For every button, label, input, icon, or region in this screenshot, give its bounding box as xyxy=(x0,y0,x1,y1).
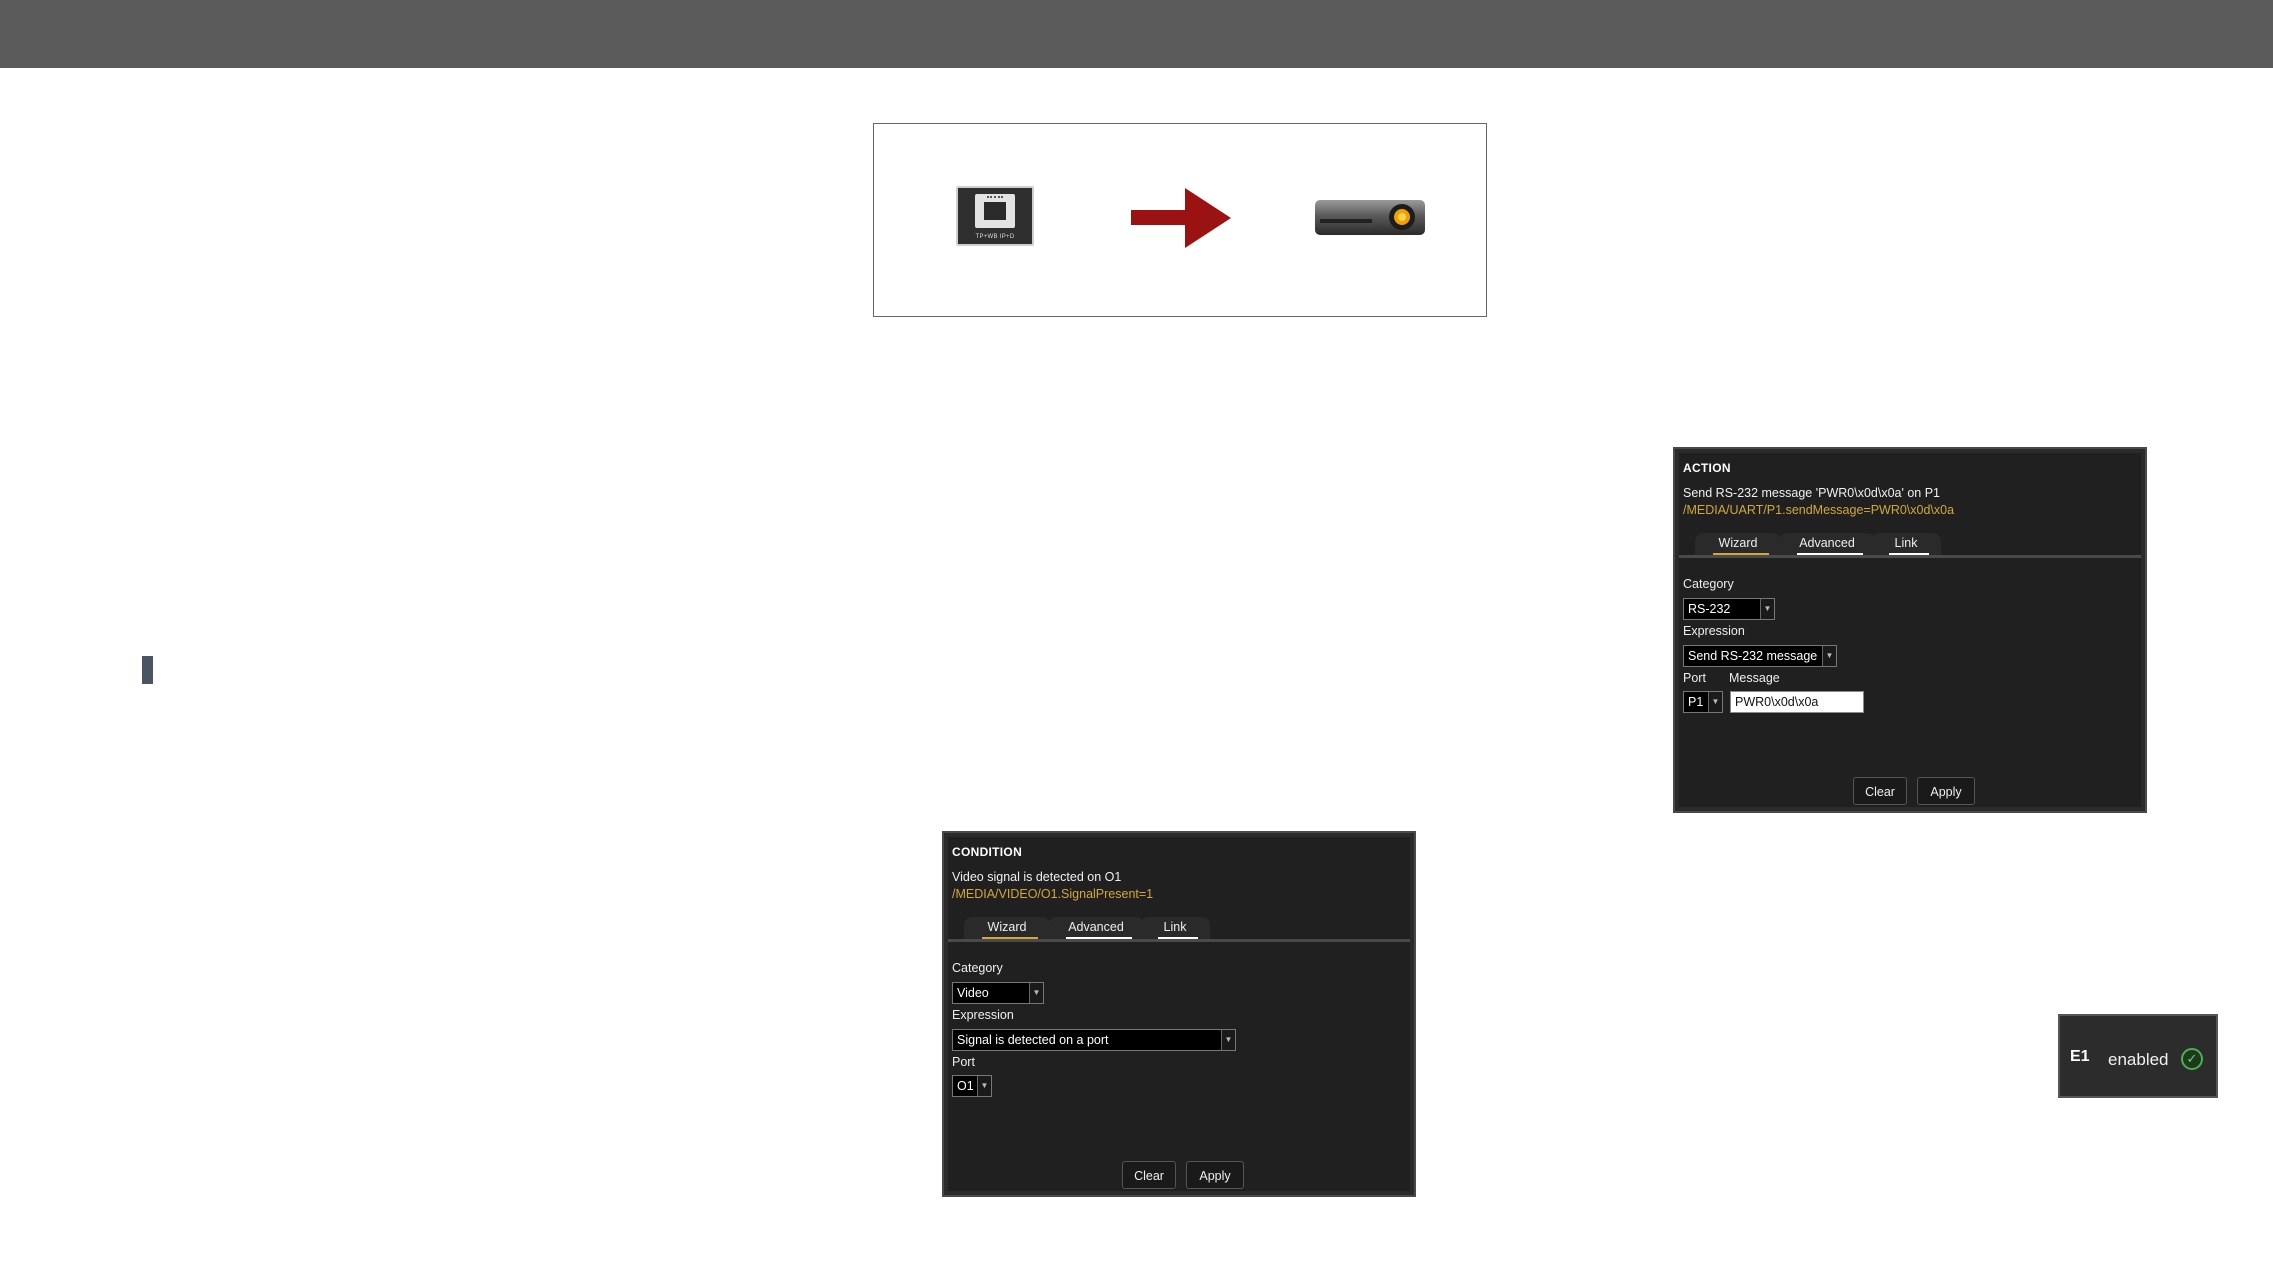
tab-wizard[interactable]: Wizard xyxy=(964,917,1050,941)
category-label: Category xyxy=(1683,577,1734,591)
chevron-down-icon: ▼ xyxy=(1822,646,1836,666)
action-path: /MEDIA/UART/P1.sendMessage=PWR0\x0d\x0a xyxy=(1683,503,1955,517)
chevron-down-icon: ▼ xyxy=(1221,1030,1235,1050)
condition-panel: CONDITION Video signal is detected on O1… xyxy=(942,831,1416,1197)
category-select[interactable]: RS-232 ▼ xyxy=(1683,598,1775,620)
tab-link[interactable]: Link xyxy=(1140,917,1210,941)
tab-link[interactable]: Link xyxy=(1871,533,1941,557)
projector-icon xyxy=(1314,197,1426,237)
panel-title: CONDITION xyxy=(952,845,1023,859)
chevron-down-icon: ▼ xyxy=(977,1076,991,1096)
expression-label: Expression xyxy=(1683,624,1745,638)
port-label: TP+WB IP+D xyxy=(975,234,1015,240)
expression-select[interactable]: Signal is detected on a port ▼ xyxy=(952,1029,1236,1051)
tab-advanced[interactable]: Advanced xyxy=(1779,533,1875,557)
action-panel-body: ACTION Send RS-232 message 'PWR0\x0d\x0a… xyxy=(1679,453,2141,807)
chevron-down-icon: ▼ xyxy=(1760,599,1774,619)
port-label: Port xyxy=(1683,671,1706,685)
category-label: Category xyxy=(952,961,1003,975)
section-marker xyxy=(142,656,153,684)
condition-path: /MEDIA/VIDEO/O1.SignalPresent=1 xyxy=(952,887,1154,901)
port-label: Port xyxy=(952,1055,975,1069)
chevron-down-icon: ▼ xyxy=(1029,983,1043,1003)
connection-diagram: TP+WB IP+D xyxy=(873,123,1487,317)
apply-button[interactable]: Apply xyxy=(1917,777,1975,805)
message-input[interactable]: PWR0\x0d\x0a xyxy=(1730,691,1864,713)
action-description: Send RS-232 message 'PWR0\x0d\x0a' on P1 xyxy=(1683,486,1940,500)
right-arrow-icon xyxy=(1129,186,1233,255)
expression-select[interactable]: Send RS-232 message ▼ xyxy=(1683,645,1837,667)
event-id: E1 xyxy=(2070,1048,2090,1065)
rj45-jack-icon xyxy=(975,194,1015,228)
page-header-bar xyxy=(0,0,2273,68)
tab-divider xyxy=(948,939,1410,942)
apply-button[interactable]: Apply xyxy=(1186,1161,1244,1189)
check-circle-icon[interactable]: ✓ xyxy=(2181,1048,2203,1070)
panel-title: ACTION xyxy=(1683,461,1731,475)
clear-button[interactable]: Clear xyxy=(1853,777,1907,805)
port-select[interactable]: O1 ▼ xyxy=(952,1075,992,1097)
rj45-port-icon: TP+WB IP+D xyxy=(956,186,1034,246)
expression-label: Expression xyxy=(952,1008,1014,1022)
condition-description: Video signal is detected on O1 xyxy=(952,870,1122,884)
tab-divider xyxy=(1679,555,2141,558)
clear-button[interactable]: Clear xyxy=(1122,1161,1176,1189)
condition-panel-body: CONDITION Video signal is detected on O1… xyxy=(948,837,1410,1191)
tab-wizard[interactable]: Wizard xyxy=(1695,533,1781,557)
chevron-down-icon: ▼ xyxy=(1708,692,1722,712)
tab-advanced[interactable]: Advanced xyxy=(1048,917,1144,941)
action-panel: ACTION Send RS-232 message 'PWR0\x0d\x0a… xyxy=(1673,447,2147,813)
event-status-badge: E1 enabled ✓ xyxy=(2058,1014,2218,1098)
category-select[interactable]: Video ▼ xyxy=(952,982,1044,1004)
port-select[interactable]: P1 ▼ xyxy=(1683,691,1723,713)
message-label: Message xyxy=(1729,671,1780,685)
event-state: enabled xyxy=(2108,1050,2169,1069)
